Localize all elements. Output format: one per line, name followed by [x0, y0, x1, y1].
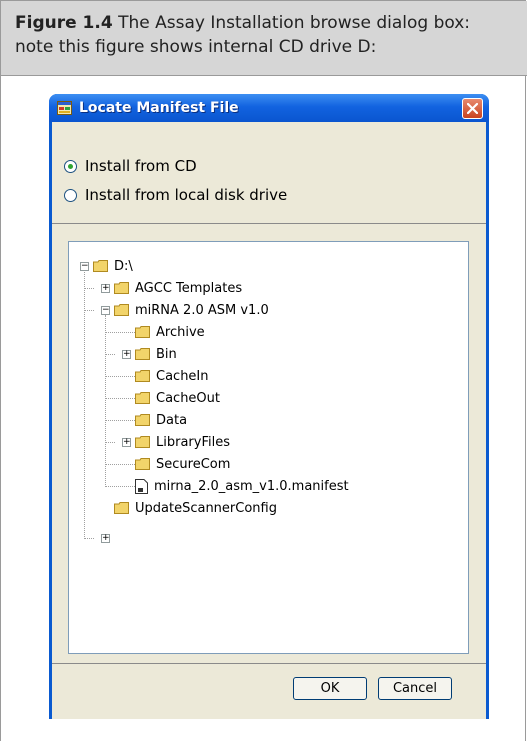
dialog-title: Locate Manifest File [79, 100, 239, 116]
tree-line [105, 354, 115, 355]
tree-item-agcc-templates[interactable]: AGCC Templates [114, 279, 242, 297]
radio-label: Install from local disk drive [85, 186, 288, 204]
tree-item-label: CacheOut [156, 390, 220, 406]
tree-item-label: CacheIn [156, 368, 209, 384]
folder-icon [135, 348, 150, 360]
locate-manifest-dialog: Locate Manifest File Install from CD Ins… [49, 94, 489, 719]
tree-item-label: LibraryFiles [156, 434, 230, 450]
tree-item-label: Data [156, 412, 188, 428]
figure-caption: Figure 1.4 The Assay Installation browse… [1, 1, 527, 76]
folder-icon [135, 392, 150, 404]
tree-line [84, 538, 94, 539]
tree-line [105, 442, 115, 443]
folder-icon [93, 260, 108, 272]
folder-icon [114, 282, 129, 294]
tree-item-label: AGCC Templates [135, 280, 243, 296]
tree-item-label: Archive [156, 324, 205, 340]
folder-tree-view[interactable]: − + − + + + D:\ AGCC Templates miRNA 2.0… [68, 241, 469, 654]
folder-icon [135, 370, 150, 382]
expand-icon[interactable]: + [101, 284, 110, 293]
tree-item-mirna-asm[interactable]: miRNA 2.0 ASM v1.0 [114, 301, 269, 319]
tree-item-label: miRNA 2.0 ASM v1.0 [135, 302, 269, 318]
expand-icon[interactable]: + [101, 534, 110, 543]
tree-item-data[interactable]: Data [135, 411, 187, 429]
folder-icon [135, 436, 150, 448]
tree-item-root[interactable]: D:\ [93, 257, 133, 275]
caption-label: Figure 1.4 [15, 13, 113, 33]
radio-label: Install from CD [85, 157, 197, 175]
tree-item-libraryfiles[interactable]: LibraryFiles [135, 433, 230, 451]
tree-item-bin[interactable]: Bin [135, 345, 177, 363]
tree-item-label: D:\ [114, 258, 133, 274]
tree-line [84, 310, 94, 311]
radio-install-from-local-disk[interactable]: Install from local disk drive [64, 186, 287, 204]
tree-item-cacheout[interactable]: CacheOut [135, 389, 220, 407]
tree-item-manifest-file[interactable]: mirna_2.0_asm_v1.0.manifest [135, 477, 349, 495]
tree-line [84, 288, 94, 289]
tree-item-cachein[interactable]: CacheIn [135, 367, 209, 385]
ok-button[interactable]: OK [293, 677, 367, 700]
tree-item-label: SecureCom [156, 456, 231, 472]
divider [52, 663, 486, 664]
radio-button-checked[interactable] [64, 159, 77, 173]
collapse-icon[interactable]: − [101, 306, 110, 315]
folder-icon [135, 326, 150, 338]
tree-item-securecom[interactable]: SecureCom [135, 455, 230, 473]
tree-item-archive[interactable]: Archive [135, 323, 205, 341]
folder-icon [135, 458, 150, 470]
close-button[interactable] [462, 98, 483, 119]
tree-item-label: Bin [156, 346, 177, 362]
folder-icon [114, 502, 129, 514]
close-icon [467, 103, 478, 114]
cancel-button[interactable]: Cancel [378, 677, 452, 700]
folder-icon [114, 304, 129, 316]
radio-install-from-cd[interactable]: Install from CD [64, 157, 197, 175]
tree-item-updatescannerconfig[interactable]: UpdateScannerConfig [114, 499, 277, 517]
radio-button-unchecked[interactable] [64, 188, 77, 202]
folder-icon [135, 414, 150, 426]
tree-item-label: mirna_2.0_asm_v1.0.manifest [154, 478, 349, 494]
file-icon [135, 478, 148, 494]
title-bar[interactable]: Locate Manifest File [49, 94, 489, 122]
app-window-icon [57, 101, 72, 115]
tree-item-label: UpdateScannerConfig [135, 500, 277, 516]
tree-line [105, 315, 106, 487]
expand-icon[interactable]: + [122, 438, 131, 447]
expand-icon[interactable]: + [122, 350, 131, 359]
divider [52, 223, 486, 224]
dialog-body: Install from CD Install from local disk … [52, 122, 486, 719]
collapse-icon[interactable]: − [80, 262, 89, 271]
